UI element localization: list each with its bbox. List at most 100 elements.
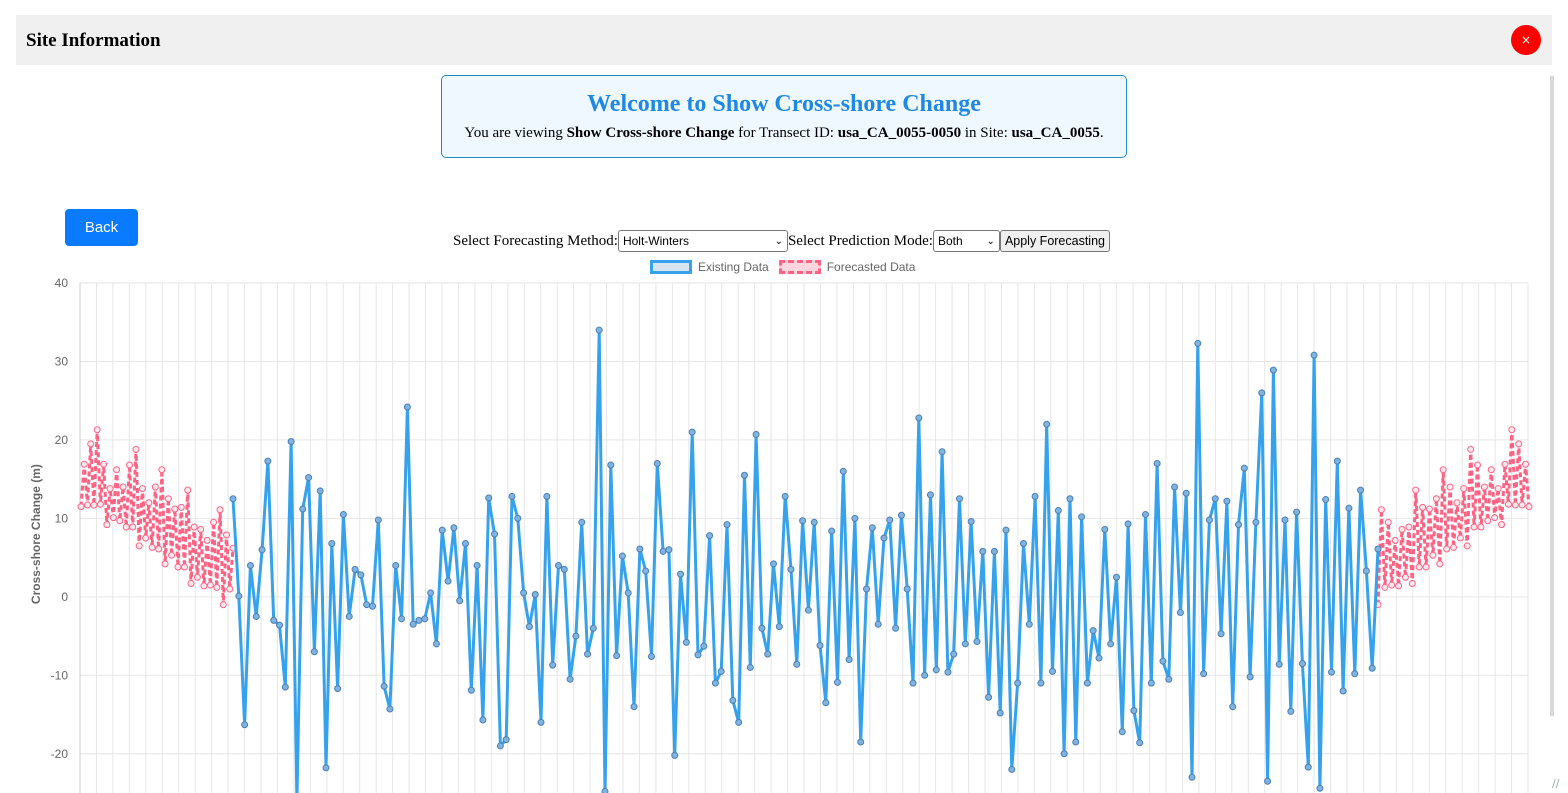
forecast-right-point [1460, 485, 1468, 493]
mode-select[interactable]: Both ⌄ [932, 230, 1000, 252]
forecast-left-point [87, 440, 95, 448]
forecast-left-point [93, 426, 101, 434]
existing-point [275, 621, 283, 629]
existing-point [1293, 508, 1301, 516]
existing-point [427, 589, 435, 597]
forecast-left-point [83, 501, 91, 509]
close-button[interactable]: × [1511, 25, 1541, 55]
forecast-left-point [210, 518, 218, 526]
forecast-right-point [1412, 486, 1420, 494]
forecast-right-point [1484, 517, 1492, 525]
existing-point [1037, 679, 1045, 687]
existing-point [810, 518, 818, 526]
forecast-right-point [1456, 534, 1464, 542]
forecast-left-point [164, 495, 172, 503]
forecast-right-point [1439, 466, 1447, 474]
existing-point [892, 624, 900, 632]
existing-point [1171, 483, 1179, 491]
forecast-right-point [1443, 545, 1451, 553]
y-tick-label: 10 [55, 511, 69, 525]
forecast-left-point [151, 483, 159, 491]
existing-point [584, 650, 592, 658]
forecast-left-point [161, 560, 169, 568]
forecast-left-point [206, 581, 214, 589]
forecast-left-point [219, 601, 227, 609]
existing-point [1031, 492, 1039, 500]
forecast-right-point [1384, 518, 1392, 526]
forecast-left-point [184, 486, 192, 494]
existing-point [816, 641, 824, 649]
forecast-left-point [142, 534, 150, 542]
existing-point [886, 516, 894, 524]
subtitle-prefix: You are viewing [464, 125, 567, 141]
existing-point [915, 414, 923, 422]
existing-point [258, 546, 266, 554]
existing-point [671, 751, 679, 759]
existing-point [897, 511, 905, 519]
existing-point [956, 495, 964, 503]
existing-point [746, 663, 754, 671]
existing-point [409, 620, 417, 628]
back-button[interactable]: Back [65, 209, 138, 246]
existing-point [990, 547, 998, 555]
forecast-left-point [216, 506, 224, 514]
y-tick-label: 40 [55, 276, 69, 290]
existing-point [758, 624, 766, 632]
existing-point [851, 514, 859, 522]
existing-point [706, 532, 714, 540]
existing-point [1328, 668, 1336, 676]
existing-point [380, 682, 388, 690]
forecast-right-point [1429, 551, 1437, 559]
forecast-left-point [213, 583, 221, 591]
existing-point [944, 668, 952, 676]
existing-point [241, 721, 249, 729]
existing-point [386, 705, 394, 713]
forecast-left-point [171, 505, 179, 513]
method-select[interactable]: Holt-Winters ⌄ [617, 230, 788, 252]
forecast-right-point [1467, 445, 1475, 453]
forecast-right-point [1446, 483, 1454, 491]
resize-handle[interactable]: ∕∕ [1552, 777, 1564, 790]
existing-point [717, 667, 725, 675]
forecast-left-point [113, 466, 121, 474]
forecast-right-point [1501, 460, 1509, 468]
forecast-right-point [1377, 506, 1385, 514]
existing-point [1217, 630, 1225, 638]
forecast-left-point [122, 523, 130, 531]
existing-point [368, 602, 376, 610]
existing-point [863, 585, 871, 593]
existing-point [1066, 495, 1074, 503]
welcome-banner: Welcome to Show Cross-shore Change You a… [441, 75, 1127, 158]
existing-point [456, 597, 464, 605]
existing-point [1316, 784, 1324, 792]
existing-point [607, 461, 615, 469]
existing-point [1339, 687, 1347, 695]
existing-point [857, 738, 865, 746]
existing-point [880, 534, 888, 542]
existing-point [473, 561, 481, 569]
existing-point [967, 518, 975, 526]
existing-point [339, 510, 347, 518]
existing-point [1019, 539, 1027, 547]
forecast-right-point [1381, 583, 1389, 591]
existing-point [560, 565, 568, 573]
modal-title: Site Information [26, 30, 161, 51]
existing-point [740, 471, 748, 479]
existing-point [985, 693, 993, 701]
existing-point [322, 764, 330, 772]
forecast-left-point [174, 563, 182, 571]
existing-point [1211, 495, 1219, 503]
mode-label: Select Prediction Mode: [787, 232, 933, 249]
existing-point [1089, 627, 1097, 635]
existing-point [287, 437, 295, 445]
y-axis-title: Cross-shore Change (m) [29, 464, 43, 604]
existing-point [578, 518, 586, 526]
existing-point [1223, 497, 1231, 505]
existing-point [1130, 707, 1138, 715]
existing-point [363, 601, 371, 609]
existing-point [595, 326, 603, 334]
existing-point [374, 516, 382, 524]
forecast-left-point [197, 525, 205, 533]
apply-forecasting-button[interactable]: Apply Forecasting [999, 230, 1110, 252]
existing-point [787, 565, 795, 573]
